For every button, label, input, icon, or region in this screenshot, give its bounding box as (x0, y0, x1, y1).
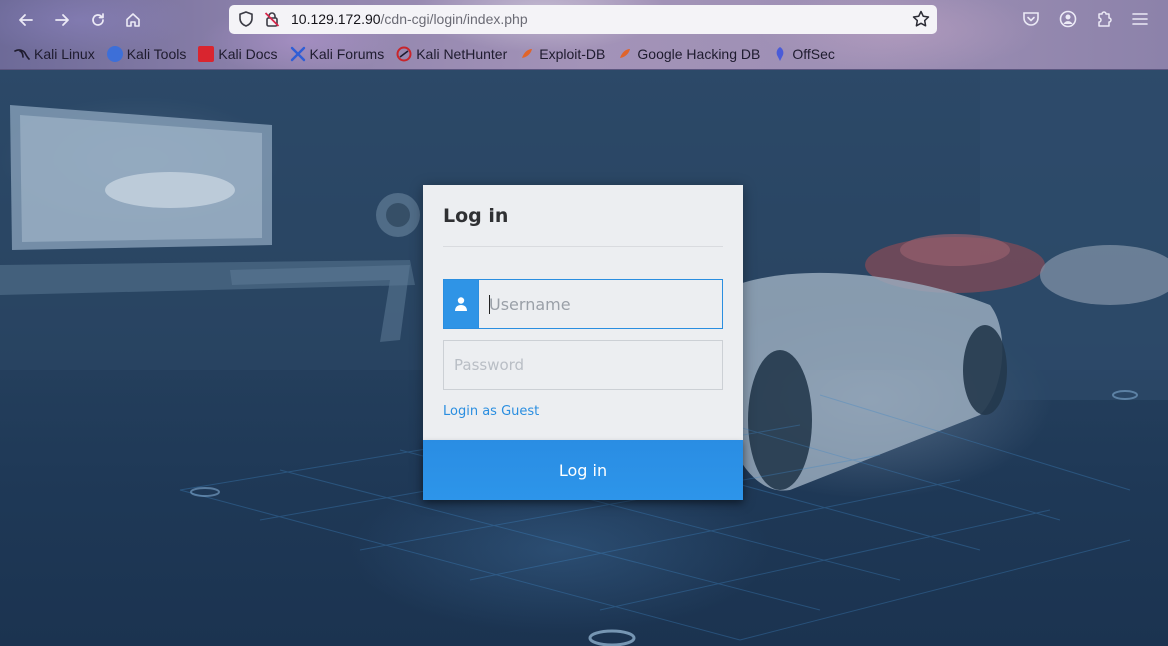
bookmark-star-icon[interactable] (911, 9, 931, 29)
bookmark-kali-forums[interactable]: Kali Forums (290, 46, 385, 62)
bookmark-label: Google Hacking DB (637, 46, 761, 62)
bookmark-kali-docs[interactable]: Kali Docs (198, 46, 278, 62)
bookmark-kali-linux[interactable]: Kali Linux (14, 46, 95, 62)
login-submit-button[interactable]: Log in (423, 440, 743, 500)
home-icon[interactable] (121, 8, 145, 32)
title-divider (443, 246, 723, 247)
kali-forums-icon (290, 46, 306, 62)
offsec-icon (772, 46, 788, 62)
bookmarks-bar: Kali Linux Kali Tools Kali Docs Kali For… (0, 42, 1168, 66)
account-icon[interactable] (1058, 9, 1078, 29)
browser-toolbar: 10.129.172.90/cdn-cgi/login/index.php Ka… (0, 0, 1168, 70)
pocket-icon[interactable] (1021, 9, 1041, 29)
bookmark-kali-tools[interactable]: Kali Tools (106, 46, 187, 62)
reload-icon[interactable] (86, 8, 110, 32)
url-path: /cdn-cgi/login/index.php (380, 11, 528, 27)
password-input[interactable] (443, 340, 723, 390)
bookmark-kali-nethunter[interactable]: Kali NetHunter (396, 46, 507, 62)
bookmark-offsec[interactable]: OffSec (772, 46, 835, 62)
forward-icon[interactable] (50, 8, 74, 32)
ghdb-icon (617, 46, 633, 62)
login-title: Log in (443, 205, 509, 227)
login-as-guest-link[interactable]: Login as Guest (443, 404, 539, 419)
extensions-icon[interactable] (1094, 9, 1114, 29)
username-field-group (443, 279, 723, 329)
bookmark-label: Kali Tools (126, 46, 187, 62)
bookmark-label: Kali Docs (218, 46, 278, 62)
insecure-lock-icon[interactable] (263, 10, 281, 28)
bookmark-google-hacking-db[interactable]: Google Hacking DB (617, 46, 760, 62)
login-card: Log in Login as Guest Log in (423, 185, 743, 500)
kali-tools-icon (106, 46, 123, 62)
login-page-background: Log in Login as Guest Log in (0, 70, 1168, 646)
url-text[interactable]: 10.129.172.90/cdn-cgi/login/index.php (291, 11, 528, 27)
bookmark-label: OffSec (792, 46, 835, 62)
username-input[interactable] (478, 280, 722, 328)
text-caret (489, 295, 490, 314)
back-icon[interactable] (14, 8, 38, 32)
bookmark-label: Exploit-DB (539, 46, 606, 62)
bookmark-label: Kali Linux (34, 46, 95, 62)
bookmark-exploit-db[interactable]: Exploit-DB (519, 46, 605, 62)
bookmark-label: Kali Forums (309, 46, 385, 62)
bookmark-label: Kali NetHunter (416, 46, 508, 62)
user-icon (444, 280, 478, 328)
url-host: 10.129.172.90 (291, 11, 381, 27)
kali-dragon-icon (14, 46, 30, 62)
nethunter-icon (396, 46, 412, 62)
address-bar[interactable]: 10.129.172.90/cdn-cgi/login/index.php (229, 5, 937, 34)
exploit-db-icon (519, 46, 535, 62)
menu-icon[interactable] (1130, 9, 1150, 29)
tracking-shield-icon[interactable] (237, 10, 255, 28)
kali-docs-icon (198, 46, 215, 62)
